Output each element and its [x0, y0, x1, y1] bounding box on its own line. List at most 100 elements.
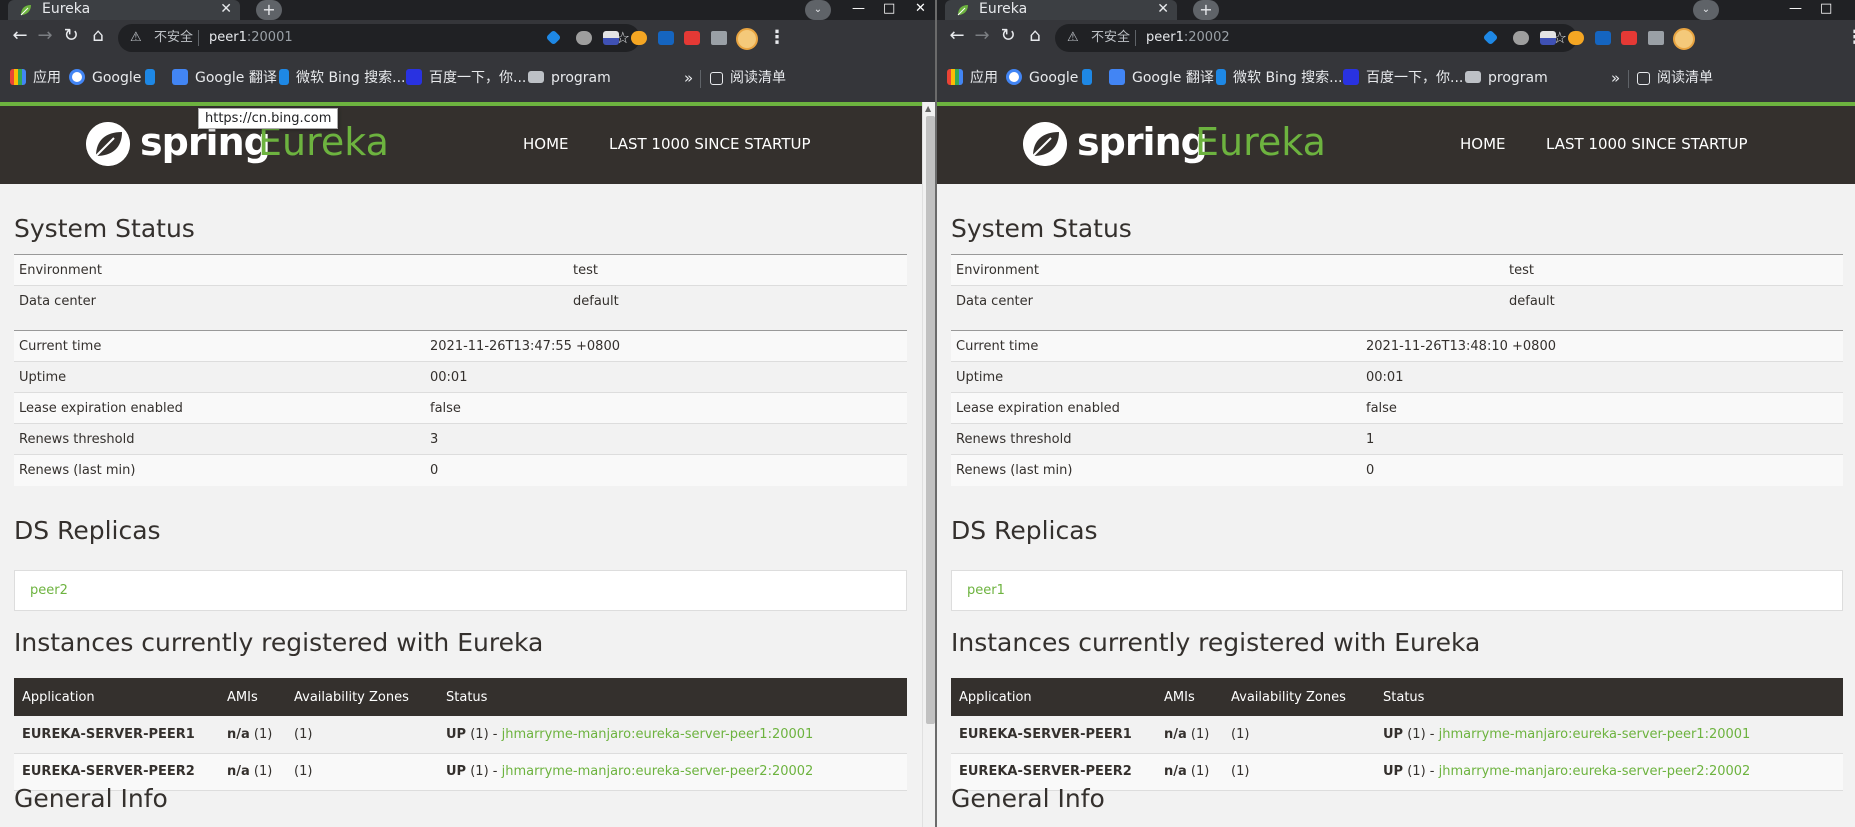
eureka-navbar: spring Eureka HOME LAST 1000 SINCE START…	[0, 106, 937, 184]
bookmark-google[interactable]: Google	[69, 54, 141, 102]
table-row: EUREKA-SERVER-PEER1 n/a (1) (1) UP (1) -…	[14, 716, 907, 754]
minimize-icon[interactable]: —	[1789, 0, 1802, 20]
bookmarks-overflow-icon[interactable]: »	[684, 54, 693, 102]
url-text: peer1:20001	[209, 30, 293, 45]
table-row: Environment test	[14, 254, 907, 286]
insecure-label: 不安全	[1091, 30, 1131, 45]
browser-toolbar: ← → ↻ ⌂ ⚠ 不安全 peer1:20001 ☆ ⋮	[0, 20, 937, 54]
extension-check-icon[interactable]	[1595, 31, 1611, 45]
url-text: peer1:20002	[1146, 30, 1230, 45]
table-row: Renews (last min) 0	[951, 454, 1843, 486]
bookmark-bing-search[interactable]: 微软 Bing 搜索...	[1216, 54, 1343, 102]
avatar[interactable]	[1673, 28, 1695, 50]
extension-red-icon[interactable]	[684, 31, 700, 45]
nav-home-link[interactable]: HOME	[1460, 134, 1506, 154]
plus-icon[interactable]: +	[256, 0, 282, 20]
extension-owl-icon[interactable]	[631, 31, 647, 45]
replica-link[interactable]: peer2	[30, 583, 68, 598]
bookmark-bing-search[interactable]: 微软 Bing 搜索...	[279, 54, 406, 102]
desktop: Eureka ✕ + ⌄ — □ ✕ ← → ↻ ⌂ ⚠ 不安全 peer1:2000…	[0, 0, 1855, 827]
table-row: Data center default	[951, 285, 1843, 317]
tab-search-icon[interactable]: ⌄	[1693, 0, 1719, 20]
extension-flag-icon[interactable]	[1540, 31, 1556, 45]
back-arrow-icon[interactable]: ←	[8, 25, 32, 49]
avatar[interactable]	[736, 28, 758, 50]
instance-link[interactable]: jhmarryme-manjaro:eureka-server-peer1:20…	[1439, 727, 1751, 742]
table-row: Current time 2021-11-26T13:48:10 +0800	[951, 330, 1843, 362]
google-icon	[69, 69, 85, 85]
tab-search-icon[interactable]: ⌄	[805, 0, 831, 20]
extension-cloud-icon[interactable]	[1513, 31, 1529, 45]
kebab-menu-icon[interactable]: ⋮	[1846, 28, 1855, 48]
nav-last1000-link[interactable]: LAST 1000 SINCE STARTUP	[1546, 134, 1748, 154]
browser-window-left: Eureka ✕ + ⌄ — □ ✕ ← → ↻ ⌂ ⚠ 不安全 peer1:2000…	[0, 0, 937, 827]
instance-link[interactable]: jhmarryme-manjaro:eureka-server-peer2:20…	[502, 764, 814, 779]
puzzle-icon[interactable]	[711, 31, 727, 45]
bookmark-apps[interactable]: 应用	[947, 54, 998, 102]
nav-home-link[interactable]: HOME	[523, 134, 569, 154]
extension-cloud-icon[interactable]	[576, 31, 592, 45]
browser-tab[interactable]: Eureka ✕	[8, 0, 240, 20]
forward-arrow-icon[interactable]: →	[970, 25, 994, 49]
tab-strip: Eureka ✕ + ⌄ — □ ✕	[0, 0, 937, 20]
general-info-title: General Info	[951, 784, 1105, 813]
scrollbar-thumb[interactable]	[926, 116, 935, 724]
reload-icon[interactable]: ↻	[59, 25, 83, 49]
address-bar[interactable]: ⚠ 不安全 peer1:20002 ☆	[1055, 24, 1577, 52]
system-status-title: System Status	[951, 214, 1132, 243]
close-icon[interactable]: ✕	[1157, 0, 1169, 18]
maximize-icon[interactable]: □	[883, 0, 895, 20]
nav-last1000-link[interactable]: LAST 1000 SINCE STARTUP	[609, 134, 811, 154]
reload-icon[interactable]: ↻	[996, 25, 1020, 49]
reading-list[interactable]: 阅读清单	[1637, 54, 1713, 102]
spring-leaf-icon	[1023, 122, 1067, 166]
table-row: Renews (last min) 0	[14, 454, 907, 486]
bookmark-program[interactable]: program	[1465, 54, 1548, 102]
instance-link[interactable]: jhmarryme-manjaro:eureka-server-peer2:20…	[1439, 764, 1751, 779]
bookmark-baidu[interactable]: 百度一下，你...	[406, 54, 526, 102]
bookmark-bing[interactable]	[1082, 54, 1099, 102]
eureka-page: spring Eureka HOME LAST 1000 SINCE START…	[0, 102, 937, 827]
puzzle-icon[interactable]	[1648, 31, 1664, 45]
extension-flag-icon[interactable]	[603, 31, 619, 45]
home-icon[interactable]: ⌂	[86, 25, 110, 49]
table-row: Renews threshold 3	[14, 423, 907, 455]
ds-replicas-title: DS Replicas	[951, 516, 1098, 545]
table-row: EUREKA-SERVER-PEER1 n/a (1) (1) UP (1) -…	[951, 716, 1843, 754]
bookmark-apps[interactable]: 应用	[10, 54, 61, 102]
warning-icon: ⚠	[130, 30, 142, 45]
close-icon[interactable]: ✕	[220, 0, 232, 18]
extension-check-icon[interactable]	[658, 31, 674, 45]
plus-icon[interactable]: +	[1193, 0, 1219, 20]
bookmark-google[interactable]: Google	[1006, 54, 1078, 102]
reading-list[interactable]: 阅读清单	[710, 54, 786, 102]
table-header-row: Application AMIs Availability Zones Stat…	[14, 678, 907, 716]
close-window-icon[interactable]: ✕	[915, 0, 926, 20]
extension-red-icon[interactable]	[1621, 31, 1637, 45]
kebab-menu-icon[interactable]: ⋮	[768, 28, 786, 48]
maximize-icon[interactable]: □	[1820, 0, 1832, 20]
replica-link[interactable]: peer1	[967, 583, 1005, 598]
spring-leaf-icon	[86, 122, 130, 166]
home-icon[interactable]: ⌂	[1023, 25, 1047, 49]
bookmark-baidu[interactable]: 百度一下，你...	[1343, 54, 1463, 102]
extension-owl-icon[interactable]	[1568, 31, 1584, 45]
minimize-icon[interactable]: —	[852, 0, 865, 20]
browser-tab[interactable]: Eureka ✕	[945, 0, 1177, 20]
bing-icon	[145, 69, 155, 85]
forward-arrow-icon[interactable]: →	[33, 25, 57, 49]
browser-window-right: Eureka ✕ + ⌄ — □ ← → ↻ ⌂ ⚠ 不安全 peer1:20002…	[937, 0, 1855, 827]
instance-link[interactable]: jhmarryme-manjaro:eureka-server-peer1:20…	[502, 727, 814, 742]
address-bar[interactable]: ⚠ 不安全 peer1:20001 ☆	[118, 24, 640, 52]
link-tooltip: https://cn.bing.com	[198, 108, 339, 129]
bookmark-bing[interactable]	[145, 54, 162, 102]
back-arrow-icon[interactable]: ←	[945, 25, 969, 49]
tab-strip: Eureka ✕ + ⌄ — □	[937, 0, 1855, 20]
bookmark-google-translate[interactable]: Google 翻译	[1109, 54, 1214, 102]
apps-grid-icon	[10, 69, 26, 85]
bookmarks-overflow-icon[interactable]: »	[1611, 54, 1620, 102]
environment-table: Environment test Data center default	[14, 254, 907, 317]
browser-toolbar: ← → ↻ ⌂ ⚠ 不安全 peer1:20002 ☆ ⋮	[937, 20, 1855, 54]
bookmark-program[interactable]: program	[528, 54, 611, 102]
bookmark-google-translate[interactable]: Google 翻译	[172, 54, 277, 102]
